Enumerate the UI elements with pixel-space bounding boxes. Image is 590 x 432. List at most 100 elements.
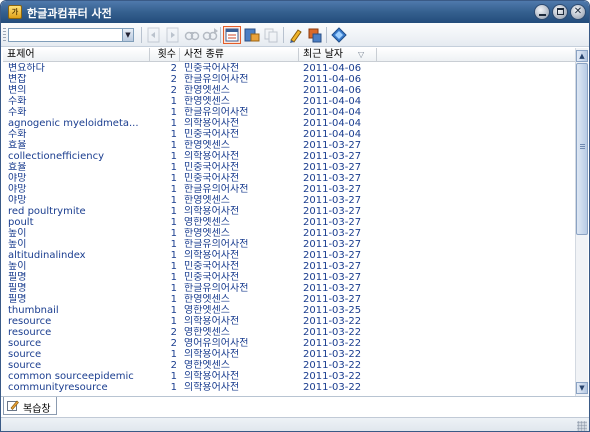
list-item-dictionary: 한영엣센스: [184, 96, 230, 107]
scroll-up-button[interactable]: ▲: [576, 50, 588, 62]
forward-button[interactable]: [164, 26, 182, 44]
thumb-grip-icon: [580, 144, 585, 150]
list-item[interactable]: 필명 1 한글유의어사전 2011-03-27: [3, 283, 575, 294]
list-item-word: 높이: [8, 239, 27, 250]
status-bar: [1, 417, 589, 431]
settings-button[interactable]: [330, 26, 348, 44]
list-item[interactable]: red poultrymite 1 의학용어사전 2011-03-27: [3, 206, 575, 217]
list-item-word: 야망: [8, 195, 27, 206]
list-item-word: 필명: [8, 272, 27, 283]
dictionary-window: 가 한글과컴퓨터 사전 ✕ ▼ 표제어 횟수 사전 종류 최근 날자 ▽ 변요하…: [0, 0, 590, 432]
list-item-dictionary: 민중국어사전: [184, 162, 240, 173]
list-item[interactable]: 효율 1 한영엣센스 2011-03-27: [3, 140, 575, 151]
maximize-button[interactable]: [552, 4, 568, 20]
scroll-thumb[interactable]: [576, 63, 588, 235]
list-item-dictionary: 영한엣센스: [184, 305, 230, 316]
list-item[interactable]: 수화 1 한영엣센스 2011-04-04: [3, 96, 575, 107]
column-header-dictionary[interactable]: 사전 종류: [180, 48, 299, 62]
list-item[interactable]: 필명 1 한영엣센스 2011-03-27: [3, 294, 575, 305]
list-item[interactable]: thumbnail 1 영한엣센스 2011-03-25: [3, 305, 575, 316]
vertical-scrollbar[interactable]: ▲ ▼: [575, 48, 588, 396]
scroll-down-button[interactable]: ▼: [576, 382, 588, 394]
list-item[interactable]: altitudinalindex 1 의학용어사전 2011-03-27: [3, 250, 575, 261]
list-item[interactable]: communityresource 1 의학용어사전 2011-03-22: [3, 382, 575, 393]
window-title: 한글과컴퓨터 사전: [27, 7, 112, 20]
minimize-button[interactable]: [534, 4, 550, 20]
list-item[interactable]: 변의 2 한영엣센스 2011-04-06: [3, 85, 575, 96]
tab-label: 복습창: [23, 404, 51, 415]
copy-button[interactable]: [262, 26, 280, 44]
minimize-icon: [539, 14, 546, 16]
wordbook-button[interactable]: [243, 26, 261, 44]
column-header-count[interactable]: 횟수: [150, 48, 180, 62]
list-item[interactable]: 야망 1 한영엣센스 2011-03-27: [3, 195, 575, 206]
list-item-count: 2: [170, 74, 177, 85]
list-item-count: 1: [170, 173, 177, 184]
list-item[interactable]: source 2 영한엣센스 2011-03-22: [3, 360, 575, 371]
toolbar-grip[interactable]: [3, 28, 6, 42]
list-item[interactable]: 필명 1 민중국어사전 2011-03-27: [3, 272, 575, 283]
column-header-date[interactable]: 최근 날자: [299, 48, 377, 62]
history-list[interactable]: 표제어 횟수 사전 종류 최근 날자 ▽ 변요하다 2 민중국어사전 2011-04-…: [3, 48, 575, 396]
resize-grip-icon[interactable]: [577, 421, 587, 431]
list-item[interactable]: 높이 1 한글유의어사전 2011-03-27: [3, 239, 575, 250]
toolbar: ▼: [1, 23, 589, 47]
marker-button[interactable]: [287, 26, 305, 44]
list-view-button[interactable]: [223, 26, 241, 44]
list-item[interactable]: source 2 영어유의어사전 2011-03-22: [3, 338, 575, 349]
toolbar-separator: [326, 27, 327, 43]
list-item[interactable]: collectionefficiency 1 의학용어사전 2011-03-27: [3, 151, 575, 162]
list-item-word: collectionefficiency: [8, 151, 104, 162]
list-item-count: 2: [170, 85, 177, 96]
back-button[interactable]: [145, 26, 163, 44]
list-item[interactable]: 야망 1 민중국어사전 2011-03-27: [3, 173, 575, 184]
list-item[interactable]: 변요하다 2 민중국어사전 2011-04-06: [3, 63, 575, 74]
list-item[interactable]: 높이 1 한영엣센스 2011-03-27: [3, 228, 575, 239]
list-item[interactable]: resource 1 의학용어사전 2011-03-22: [3, 316, 575, 327]
search-dropdown-button[interactable]: ▼: [122, 29, 133, 41]
list-item[interactable]: source 1 의학용어사전 2011-03-22: [3, 349, 575, 360]
list-item-count: 1: [170, 250, 177, 261]
maximize-icon: [557, 8, 564, 15]
settings-icon: [331, 27, 347, 43]
column-header-word[interactable]: 표제어: [3, 48, 150, 62]
list-item-count: 2: [170, 327, 177, 338]
list-item[interactable]: 높이 1 민중국어사전 2011-03-27: [3, 261, 575, 272]
list-item-date: 2011-03-27: [303, 294, 362, 305]
find-next-button[interactable]: [201, 26, 219, 44]
list-item[interactable]: 수화 1 민중국어사전 2011-04-04: [3, 129, 575, 140]
list-item[interactable]: 수화 1 한글유의어사전 2011-04-04: [3, 107, 575, 118]
list-item-word: poult: [8, 217, 34, 228]
list-item[interactable]: resource 2 영한엣센스 2011-03-22: [3, 327, 575, 338]
list-item-date: 2011-03-27: [303, 195, 362, 206]
list-item-count: 1: [170, 206, 177, 217]
title-bar[interactable]: 가 한글과컴퓨터 사전 ✕: [1, 1, 589, 23]
list-item[interactable]: common sourceepidemic 1 의학용어사전 2011-03-22: [3, 371, 575, 382]
list-item-word: 야망: [8, 173, 27, 184]
close-button[interactable]: ✕: [570, 4, 586, 20]
list-item-date: 2011-03-27: [303, 239, 362, 250]
stamp-button[interactable]: [306, 26, 324, 44]
list-header: 표제어 횟수 사전 종류 최근 날자 ▽: [3, 48, 575, 62]
list-item[interactable]: 효율 1 민중국어사전 2011-03-27: [3, 162, 575, 173]
list-item-dictionary: 의학용어사전: [184, 118, 240, 129]
list-item[interactable]: poult 1 영한엣센스 2011-03-27: [3, 217, 575, 228]
tab-review[interactable]: 복습창: [3, 397, 57, 415]
list-item-word: source: [8, 338, 42, 349]
list-item[interactable]: 변잡 2 한글유의어사전 2011-04-06: [3, 74, 575, 85]
list-item-word: 변의: [8, 85, 27, 96]
list-item-word: 변요하다: [8, 63, 45, 74]
list-item-date: 2011-03-27: [303, 261, 362, 272]
list-item-word: agnogenic myeloidmeta...: [8, 118, 139, 129]
list-item-count: 1: [170, 261, 177, 272]
list-item[interactable]: 야망 1 한글유의어사전 2011-03-27: [3, 184, 575, 195]
list-item[interactable]: agnogenic myeloidmeta... 1 의학용어사전 2011-04-0…: [3, 118, 575, 129]
list-item-dictionary: 의학용어사전: [184, 316, 240, 327]
list-item-word: 효율: [8, 162, 27, 173]
list-item-date: 2011-03-22: [303, 349, 362, 360]
find-button[interactable]: [183, 26, 201, 44]
list-item-count: 1: [170, 272, 177, 283]
list-item-dictionary: 민중국어사전: [184, 272, 240, 283]
list-item-dictionary: 민중국어사전: [184, 129, 240, 140]
search-combo[interactable]: ▼: [8, 28, 134, 42]
